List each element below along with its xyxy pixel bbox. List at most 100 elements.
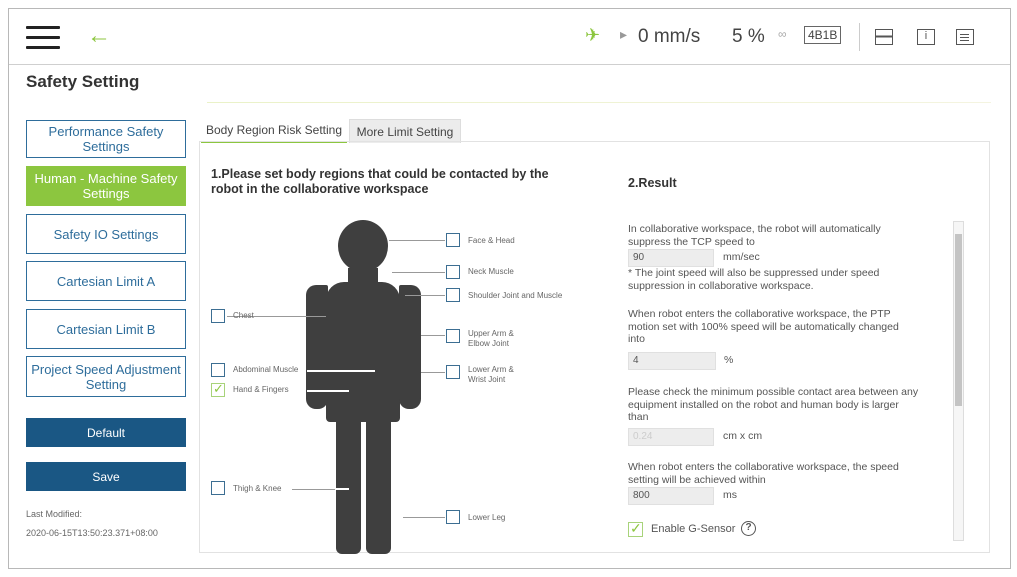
leader-thigh-knee-inner — [335, 488, 349, 490]
upper-arm-label-line1: Upper Arm & — [468, 329, 514, 338]
hand-fingers-checkbox[interactable] — [211, 381, 225, 397]
top-toolbar: ← ✈ ▸ 0 mm/s 5 % ∞ 4B1B i — [9, 9, 1010, 65]
connection-icon: ∞ — [778, 27, 787, 41]
shoulder-label: Shoulder Joint and Muscle — [468, 291, 563, 300]
thigh-knee-checkbox[interactable] — [211, 481, 225, 495]
leader-lower-arm — [421, 372, 445, 373]
save-button[interactable]: Save — [26, 462, 186, 491]
hand-fingers-label: Hand & Fingers — [233, 385, 289, 394]
face-head-checkbox[interactable] — [446, 233, 460, 247]
leader-hand-fingers — [307, 390, 349, 392]
back-arrow-icon[interactable]: ← — [87, 22, 111, 50]
contact-area-description-line3: than — [628, 411, 649, 423]
scrollbar-thumb[interactable] — [955, 234, 962, 406]
tab-body-region-risk-setting[interactable]: Body Region Risk Setting — [201, 119, 347, 143]
abdominal-label: Abdominal Muscle — [233, 365, 299, 374]
info-icon[interactable]: i — [917, 29, 935, 45]
leader-neck — [392, 272, 445, 273]
g-sensor-checkbox[interactable] — [628, 520, 643, 537]
ptp-description-line1: When robot enters the collaborative work… — [628, 308, 891, 320]
joint-speed-note-line2: suppression in collaborative workspace. — [628, 279, 814, 292]
body-head — [338, 220, 388, 272]
robot-status-icon: ✈ — [585, 25, 601, 45]
section2-title: 2.Result — [628, 176, 677, 190]
last-modified: Last Modified: 2020-06-15T13:50:23.371+0… — [26, 505, 158, 543]
contact-area-field[interactable]: 0.24 — [628, 428, 714, 446]
tab-more-limit-setting[interactable]: More Limit Setting — [349, 119, 461, 143]
face-head-label: Face & Head — [468, 236, 515, 245]
leader-shoulder — [405, 295, 445, 296]
log-document-icon[interactable] — [956, 29, 974, 45]
abdominal-checkbox[interactable] — [211, 363, 225, 377]
lower-arm-checkbox[interactable] — [446, 365, 460, 379]
neck-muscle-checkbox[interactable] — [446, 265, 460, 279]
result-scrollbar[interactable] — [953, 221, 964, 541]
speed-time-description: When robot enters the collaborative work… — [628, 461, 950, 486]
speed-time-description-line2: setting will be achieved within — [628, 473, 766, 486]
g-sensor-label: Enable G-Sensor — [651, 523, 736, 535]
neck-muscle-label: Neck Muscle — [468, 267, 514, 276]
ptp-description: When robot enters the collaborative work… — [628, 308, 950, 346]
speed-time-description-line1: When robot enters the collaborative work… — [628, 461, 899, 473]
title-divider — [207, 102, 991, 103]
menu-icon[interactable] — [26, 26, 60, 50]
speed-percent-readout[interactable]: 5 % — [732, 26, 765, 48]
lower-leg-checkbox[interactable] — [446, 510, 460, 524]
speed-time-unit: ms — [723, 489, 737, 501]
tcp-speed-description-line1: In collaborative workspace, the robot wi… — [628, 223, 881, 235]
contact-area-description-line2: equipment installed on the robot and hum… — [628, 398, 899, 411]
ptp-percent-field[interactable]: 4 — [628, 352, 716, 370]
lower-arm-label: Lower Arm & Wrist Joint — [468, 365, 514, 385]
leader-lower-leg — [401, 517, 445, 518]
joint-speed-note: * The joint speed will also be suppresse… — [628, 267, 950, 292]
speed-time-field[interactable]: 800 — [628, 487, 714, 505]
tcp-speed-description-line2: suppress the TCP speed to — [628, 235, 755, 248]
leader-lower-leg-inner — [391, 516, 403, 518]
leader-abdominal — [307, 370, 375, 372]
contact-area-description: Please check the minimum possible contac… — [628, 386, 950, 424]
body-right-arm — [399, 285, 421, 409]
leader-face-head — [389, 240, 445, 241]
speed-icon: ▸ — [620, 26, 628, 42]
body-left-leg — [336, 414, 361, 554]
lower-arm-label-line1: Lower Arm & — [468, 365, 514, 374]
upper-arm-label-line2: Elbow Joint — [468, 339, 509, 348]
leader-upper-arm — [421, 335, 445, 336]
section1-title: 1.Please set body regions that could be … — [211, 167, 549, 196]
chest-label: Chest — [233, 311, 254, 320]
leader-thigh-knee — [292, 489, 336, 490]
upper-arm-label: Upper Arm & Elbow Joint — [468, 329, 514, 349]
joint-speed-note-line1: * The joint speed will also be suppresse… — [628, 267, 880, 279]
upper-arm-checkbox[interactable] — [446, 329, 460, 343]
tcp-speed-field[interactable]: 90 — [628, 249, 714, 267]
sidebar-item-human-machine-safety[interactable]: Human - Machine Safety Settings — [26, 166, 186, 206]
page-title: Safety Setting — [26, 72, 140, 91]
sidebar-item-cartesian-limit-a[interactable]: Cartesian Limit A — [26, 261, 186, 301]
help-icon[interactable]: ? — [741, 521, 756, 536]
chest-checkbox[interactable] — [211, 309, 225, 323]
tcp-speed-unit: mm/sec — [723, 251, 760, 263]
app-window: ← ✈ ▸ 0 mm/s 5 % ∞ 4B1B i Safety Setting… — [8, 8, 1011, 569]
contact-area-unit: cm x cm — [723, 430, 763, 442]
ptp-description-line3: into — [628, 333, 645, 345]
ptp-description-line2: motion set with 100% speed will be autom… — [628, 320, 899, 333]
save-disk-icon[interactable] — [875, 29, 893, 45]
last-modified-value: 2020-06-15T13:50:23.371+08:00 — [26, 528, 158, 538]
sidebar-item-performance-safety[interactable]: Performance Safety Settings — [26, 120, 186, 158]
thigh-knee-label: Thigh & Knee — [233, 484, 282, 493]
lower-arm-label-line2: Wrist Joint — [468, 375, 506, 384]
tcp-speed-description: In collaborative workspace, the robot wi… — [628, 223, 950, 248]
shoulder-checkbox[interactable] — [446, 288, 460, 302]
sidebar-item-cartesian-limit-b[interactable]: Cartesian Limit B — [26, 309, 186, 349]
ptp-percent-unit: % — [724, 354, 734, 366]
contact-area-description-line1: Please check the minimum possible contac… — [628, 386, 919, 398]
body-torso — [326, 282, 400, 422]
last-modified-label: Last Modified: — [26, 509, 83, 519]
body-right-leg — [366, 414, 391, 554]
robot-code-badge: 4B1B — [804, 26, 842, 44]
lower-leg-label: Lower Leg — [468, 513, 506, 522]
default-button[interactable]: Default — [26, 418, 186, 447]
sidebar-item-project-speed-adjustment[interactable]: Project Speed Adjustment Setting — [26, 356, 186, 397]
sidebar-item-safety-io[interactable]: Safety IO Settings — [26, 214, 186, 254]
tcp-speed-readout: 0 mm/s — [638, 26, 701, 47]
